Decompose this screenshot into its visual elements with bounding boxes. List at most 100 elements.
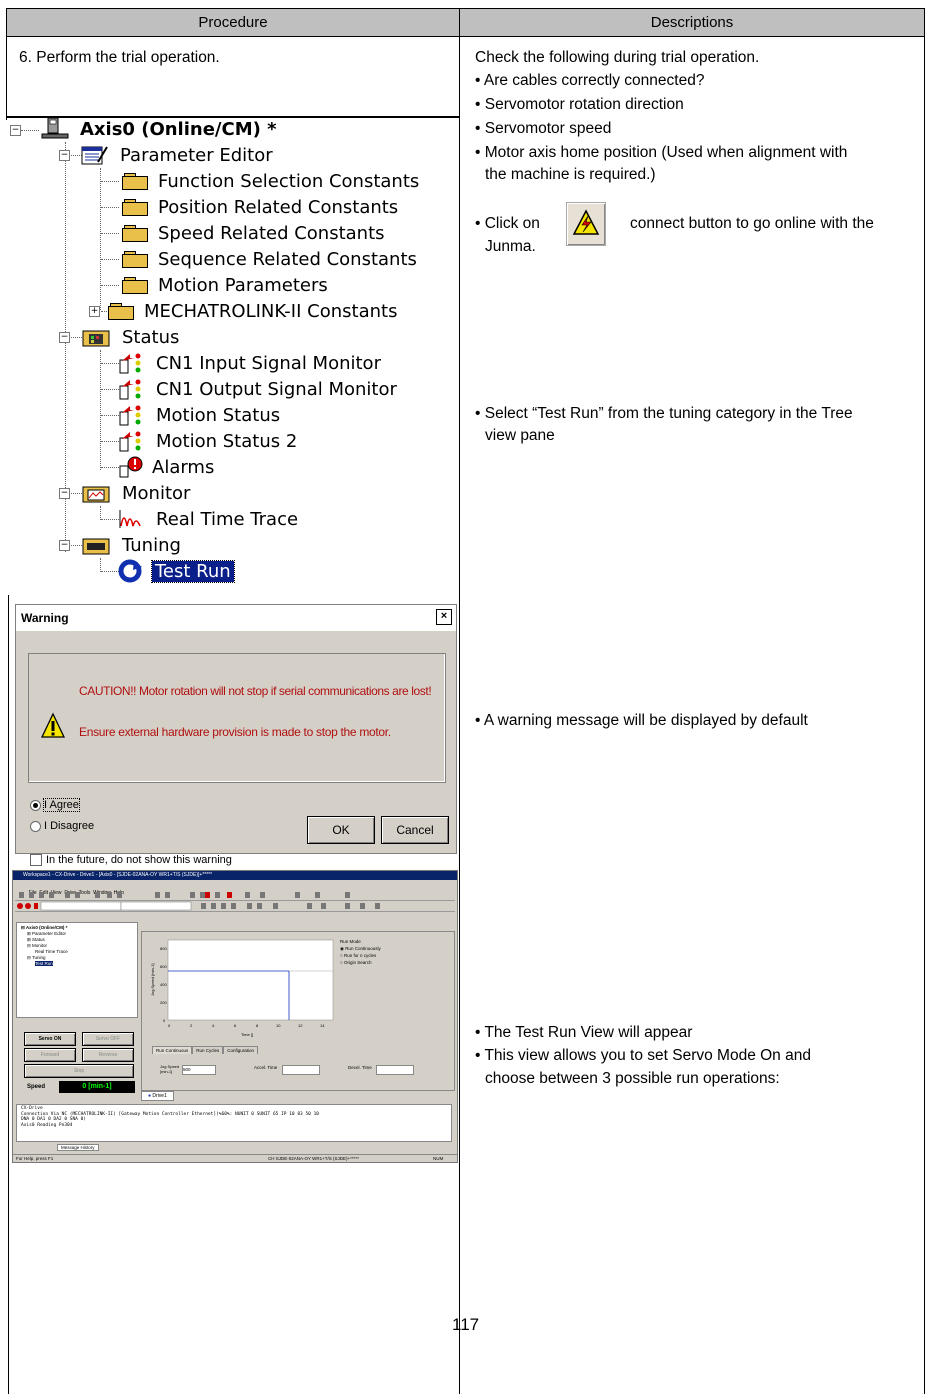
- tree-item-motion-status-2[interactable]: Motion Status 2: [118, 429, 297, 453]
- header-descriptions: Descriptions: [459, 8, 925, 37]
- app-tree-pane: ⊟ Axis0 (Online/CM) * ⊞ Parameter Editor…: [16, 922, 138, 1018]
- tuning-folder-icon: [82, 538, 110, 555]
- collapse-icon[interactable]: −: [59, 488, 70, 499]
- expand-icon[interactable]: +: [89, 306, 100, 317]
- column-divider: [459, 37, 460, 1394]
- monitor-folder-icon: [82, 486, 110, 503]
- collapse-icon[interactable]: −: [59, 540, 70, 551]
- speed-readout: 0 [min-1]: [59, 1081, 135, 1093]
- collapse-icon[interactable]: −: [59, 332, 70, 343]
- connect-icon: [572, 209, 600, 235]
- signal-monitor-icon: [119, 431, 141, 452]
- status-bar: For Help, press F1 CH SJDE-02ANA-OY WR1+…: [13, 1154, 457, 1162]
- radio-icon: [30, 820, 41, 832]
- warning-dialog: Warning × CAUTION!! Motor rotation will …: [15, 604, 457, 866]
- accel-input[interactable]: [282, 1065, 320, 1075]
- servo-on-button[interactable]: Servo ON: [24, 1032, 76, 1046]
- tree-item-test-run[interactable]: Test Run: [118, 559, 235, 583]
- ok-button[interactable]: OK: [307, 816, 375, 844]
- check-item: • Servomotor rotation direction: [475, 96, 684, 113]
- trace-icon: [119, 510, 141, 528]
- run-mode-option[interactable]: ○ Origin Search: [340, 959, 448, 966]
- close-icon[interactable]: ×: [436, 609, 452, 625]
- select-test-run-2: view pane: [485, 427, 555, 444]
- reverse-button[interactable]: Reverse: [82, 1048, 134, 1062]
- run-mode-option[interactable]: ◉ Run Continuously: [340, 945, 448, 952]
- future-checkbox[interactable]: In the future, do not show this warning: [30, 854, 232, 866]
- tree-item-real-time-trace[interactable]: Real Time Trace: [118, 507, 298, 531]
- cancel-button[interactable]: Cancel: [381, 816, 449, 844]
- tree-item-alarms[interactable]: Alarms: [118, 455, 214, 479]
- check-item: the machine is required.): [485, 166, 656, 183]
- page-number: 117: [452, 1315, 480, 1334]
- y-tick: 800: [160, 946, 167, 951]
- signal-monitor-icon: [119, 353, 141, 374]
- tree-item-sequence-related[interactable]: Sequence Related Constants: [122, 247, 417, 271]
- decel-input[interactable]: [376, 1065, 414, 1075]
- tree-item-parameter-editor[interactable]: Parameter Editor: [80, 143, 273, 167]
- run-mode-option[interactable]: ○ Run for n cycles: [340, 952, 448, 959]
- left-border: [6, 37, 7, 120]
- run-mode-group: Run Mode ◉ Run Continuously ○ Run for n …: [340, 938, 448, 1018]
- parameter-editor-icon: [81, 146, 108, 165]
- tree-item-tuning[interactable]: Tuning: [82, 533, 181, 557]
- connect-text-post2: Junma.: [485, 238, 536, 255]
- x-tick: 10: [276, 1023, 281, 1028]
- collapse-icon[interactable]: −: [10, 125, 21, 136]
- drive-tab[interactable]: ● Drive1: [141, 1091, 174, 1101]
- x-tick: 8: [256, 1023, 259, 1028]
- test-run-note-1: • The Test Run View will appear: [475, 1024, 693, 1041]
- folder-icon: [108, 302, 134, 320]
- check-item: • Are cables correctly connected?: [475, 72, 705, 89]
- left-border-lower: [8, 595, 9, 1394]
- connect-text-post: connect button to go online with the: [630, 215, 874, 232]
- dialog-ensure-line: Ensure external hardware provision is ma…: [79, 725, 391, 739]
- plot-x-label: Time []: [241, 1032, 253, 1037]
- tree-item-position-related[interactable]: Position Related Constants: [122, 195, 398, 219]
- tab-run-continuous[interactable]: Run Continuous: [152, 1046, 193, 1054]
- dialog-message-panel: CAUTION!! Motor rotation will not stop i…: [28, 653, 446, 783]
- jog-speed-plot: Jog Speed [min-1] Time [] 800 600 400 20…: [150, 939, 334, 1037]
- toolbar-icons: [19, 892, 350, 898]
- x-tick: 0: [168, 1023, 171, 1028]
- servo-off-button[interactable]: Servo OFF: [82, 1032, 134, 1046]
- folder-icon: [122, 198, 148, 216]
- stop-button[interactable]: Stop: [24, 1064, 134, 1078]
- warning-icon: [41, 712, 65, 738]
- check-intro: Check the following during trial operati…: [475, 49, 760, 66]
- test-run-panel: Jog Speed [min-1] Time [] 800 600 400 20…: [141, 931, 455, 1091]
- select-test-run-1: • Select “Test Run” from the tuning cate…: [475, 405, 853, 422]
- radio-selected-icon: [30, 799, 41, 811]
- tree-root[interactable]: Axis0 (Online/CM) *: [40, 117, 277, 141]
- header-procedure: Procedure: [6, 8, 460, 37]
- app-menu-bar: File Edit View Drive Tools Window Help: [29, 890, 124, 896]
- disagree-radio[interactable]: I Disagree: [30, 820, 94, 832]
- test-run-note-3: choose between 3 possible run operations…: [485, 1070, 780, 1087]
- tree-item-status[interactable]: Status: [82, 325, 179, 349]
- jog-speed-input[interactable]: 500: [182, 1065, 216, 1075]
- drive-icon: [41, 117, 69, 139]
- alarm-icon: [119, 456, 143, 478]
- connect-button[interactable]: [566, 202, 606, 246]
- tree-item-motion-parameters[interactable]: Motion Parameters: [122, 273, 328, 297]
- tab-configuration[interactable]: Configuration: [223, 1046, 259, 1054]
- forward-button[interactable]: Forward: [24, 1048, 76, 1062]
- tree-item-motion-status[interactable]: Motion Status: [118, 403, 280, 427]
- tree-item-monitor[interactable]: Monitor: [82, 481, 190, 505]
- step-text: 6. Perform the trial operation.: [19, 49, 220, 66]
- message-history-tab[interactable]: Message History: [57, 1144, 99, 1151]
- tree-item-function-selection[interactable]: Function Selection Constants: [122, 169, 419, 193]
- checkbox-icon: [30, 854, 42, 866]
- output-log: CX-Drive Connection Via NC (MECHATROLINK…: [16, 1104, 452, 1142]
- tree-item-mechatrolink[interactable]: MECHATROLINK-II Constants: [108, 299, 397, 323]
- folder-icon: [122, 172, 148, 190]
- tree-item-speed-related[interactable]: Speed Related Constants: [122, 221, 385, 245]
- jog-speed-label: Jog Speed [min-1]: [160, 1064, 180, 1074]
- agree-radio[interactable]: I Agree: [30, 798, 80, 812]
- tree-item-cn1-input[interactable]: CN1 Input Signal Monitor: [118, 351, 381, 375]
- tree-item-cn1-output[interactable]: CN1 Output Signal Monitor: [118, 377, 397, 401]
- signal-monitor-icon: [119, 405, 141, 426]
- tab-run-cycles[interactable]: Run Cycles: [192, 1046, 224, 1054]
- collapse-icon[interactable]: −: [59, 150, 70, 161]
- y-tick: 400: [160, 982, 167, 987]
